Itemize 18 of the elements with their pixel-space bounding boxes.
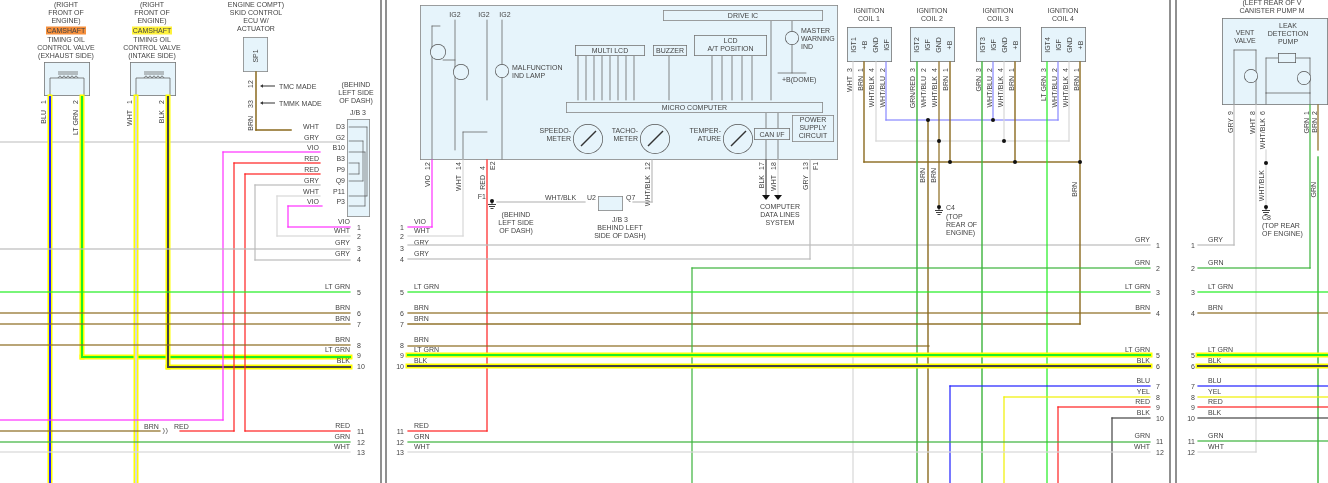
coil-block xyxy=(976,27,1021,62)
coil-block xyxy=(1041,27,1086,62)
wire xyxy=(1317,104,1319,151)
gauge-icon xyxy=(723,124,753,154)
coil-block xyxy=(910,27,955,62)
junction-dot-icon xyxy=(1264,161,1268,165)
valve-drawing xyxy=(44,62,90,96)
gauge-icon xyxy=(573,124,603,154)
ground-icon xyxy=(1262,205,1270,215)
junction-block xyxy=(598,196,623,211)
gauge-icon xyxy=(640,124,670,154)
valve-drawing xyxy=(130,62,176,96)
connector-icon xyxy=(162,427,168,435)
coil-block xyxy=(847,27,892,62)
ground-icon xyxy=(935,205,943,215)
ground-icon xyxy=(488,199,496,209)
junction-dot-icon xyxy=(926,118,1082,164)
ecu-connector xyxy=(243,37,268,72)
